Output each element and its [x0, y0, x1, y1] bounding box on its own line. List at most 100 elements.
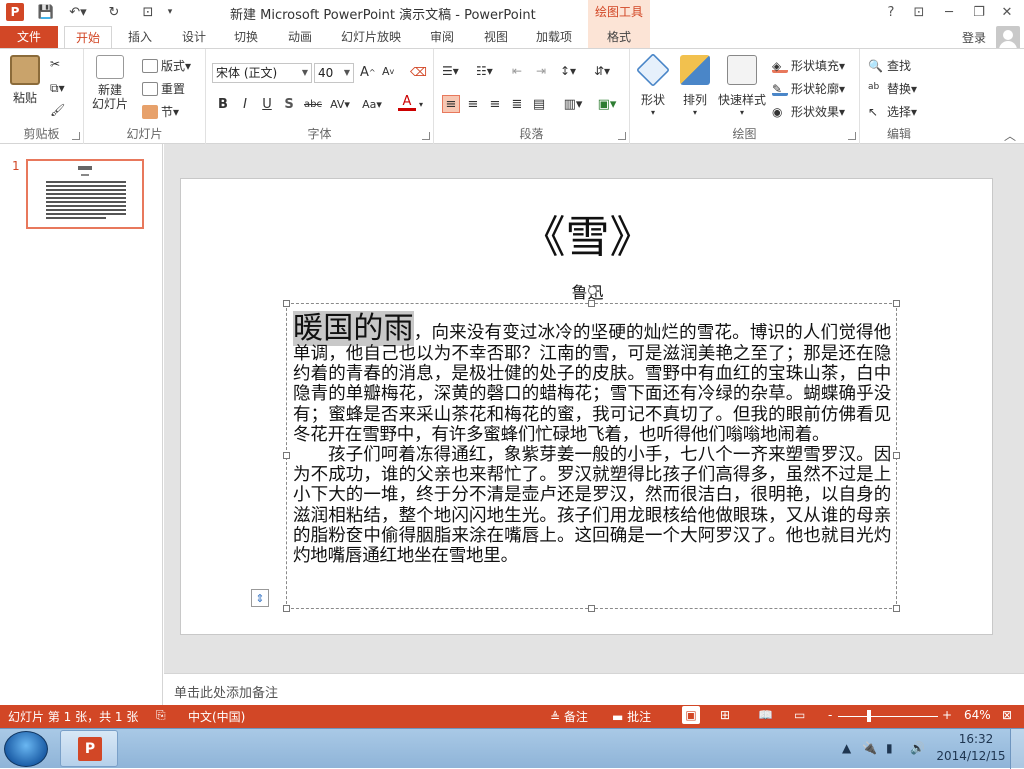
restore-icon[interactable]: ❐: [968, 2, 990, 22]
zoom-slider-thumb[interactable]: [867, 710, 871, 722]
tab-insert[interactable]: 插入: [118, 26, 162, 48]
distributed-icon[interactable]: ▤: [530, 95, 548, 113]
power-icon[interactable]: 🔌: [862, 741, 877, 755]
minimize-icon[interactable]: ─: [938, 2, 960, 22]
zoom-slider[interactable]: [838, 710, 938, 722]
align-left-icon[interactable]: ≡: [442, 95, 460, 113]
resize-handle[interactable]: [283, 452, 290, 459]
tab-file[interactable]: 文件: [0, 26, 58, 48]
bullets-icon[interactable]: ☰▾: [442, 64, 459, 78]
resize-handle[interactable]: [588, 605, 595, 612]
shapes-button[interactable]: 形状 ▾: [636, 53, 670, 117]
dialog-launcher-icon[interactable]: [422, 132, 430, 140]
reading-view-icon[interactable]: 📖: [758, 708, 773, 722]
change-case-icon[interactable]: Aa▾: [358, 95, 386, 113]
reset-button[interactable]: 重置: [142, 80, 185, 97]
redo-icon[interactable]: ↻: [104, 3, 124, 21]
body-textbox[interactable]: 暖国的雨，向来没有变过冰冷的坚硬的灿烂的雪花。博识的人们觉得他单调，他自己也以为…: [283, 286, 900, 612]
body-text[interactable]: 暖国的雨，向来没有变过冰冷的坚硬的灿烂的雪花。博识的人们觉得他单调，他自己也以为…: [293, 311, 891, 566]
new-slide-button[interactable]: 新建 幻灯片: [92, 55, 128, 111]
tab-slideshow[interactable]: 幻灯片放映: [334, 26, 408, 48]
replace-button[interactable]: ab 替换 ▾: [868, 80, 917, 97]
arrange-button[interactable]: 排列 ▾: [680, 55, 710, 117]
zoom-out-button[interactable]: -: [828, 708, 832, 722]
user-avatar-icon[interactable]: [996, 26, 1020, 50]
notes-pane[interactable]: 单击此处添加备注: [164, 673, 1024, 705]
zoom-level[interactable]: 64%: [964, 708, 991, 722]
tab-transitions[interactable]: 切换: [224, 26, 268, 48]
numbering-icon[interactable]: ☷▾: [476, 64, 493, 78]
paste-button[interactable]: 粘贴: [10, 55, 40, 106]
save-icon[interactable]: 💾: [36, 3, 56, 21]
resize-handle[interactable]: [893, 452, 900, 459]
shape-effects-button[interactable]: ◉ 形状效果 ▾: [772, 103, 845, 120]
italic-icon[interactable]: I: [236, 95, 254, 113]
resize-handle[interactable]: [283, 605, 290, 612]
taskbar-powerpoint[interactable]: P: [60, 730, 118, 767]
clock-time[interactable]: 16:32: [950, 732, 1002, 746]
collapse-ribbon-icon[interactable]: ︿: [1004, 127, 1016, 144]
tab-view[interactable]: 视图: [474, 26, 518, 48]
slide-canvas[interactable]: 《雪》 鲁迅 暖国的雨，向来没有变过冰冷的坚硬的灿烂的雪花。博识的人们觉得他单调…: [180, 178, 993, 635]
language-indicator[interactable]: 中文(中国): [188, 708, 245, 725]
sign-in-link[interactable]: 登录: [962, 29, 986, 46]
selected-text[interactable]: 暖国的雨: [293, 311, 414, 346]
increase-font-icon[interactable]: A ^: [360, 65, 376, 80]
font-color-dropdown-icon[interactable]: ▾: [416, 95, 426, 113]
underline-icon[interactable]: U: [258, 95, 276, 113]
cut-icon[interactable]: ✂: [50, 57, 60, 71]
rotate-handle[interactable]: [588, 286, 597, 295]
start-button-icon[interactable]: [4, 731, 48, 767]
character-spacing-icon[interactable]: AV▾: [326, 95, 354, 113]
comments-toggle[interactable]: ▬ 批注: [612, 708, 651, 725]
smartart-icon[interactable]: ▣▾: [594, 95, 620, 113]
shape-outline-button[interactable]: ✎ 形状轮廓 ▾: [772, 80, 845, 97]
close-icon[interactable]: ✕: [996, 2, 1018, 22]
copy-icon[interactable]: ⧉▾: [50, 81, 65, 96]
align-right-icon[interactable]: ≡: [486, 95, 504, 113]
strikethrough-icon[interactable]: abc: [302, 95, 324, 113]
clock-date[interactable]: 2014/12/15: [936, 749, 1006, 763]
shadow-icon[interactable]: S: [280, 95, 298, 113]
format-painter-icon[interactable]: 🖌: [50, 103, 65, 117]
bold-icon[interactable]: B: [214, 95, 232, 113]
network-icon[interactable]: ▮: [886, 741, 893, 755]
quick-styles-button[interactable]: 快速样式 ▾: [718, 55, 766, 117]
tab-home[interactable]: 开始: [64, 26, 112, 48]
section-button[interactable]: 节 ▾: [142, 103, 179, 120]
dialog-launcher-icon[interactable]: [848, 132, 856, 140]
tab-animations[interactable]: 动画: [278, 26, 322, 48]
resize-handle[interactable]: [588, 300, 595, 307]
spell-check-icon[interactable]: ⎘: [156, 708, 166, 723]
slide-sorter-icon[interactable]: ⊞: [720, 708, 730, 722]
decrease-font-icon[interactable]: Av: [382, 65, 394, 78]
resize-handle[interactable]: [893, 300, 900, 307]
increase-indent-icon[interactable]: ⇥: [536, 64, 546, 78]
decrease-indent-icon[interactable]: ⇤: [512, 64, 522, 78]
normal-view-icon[interactable]: ▣: [682, 706, 700, 724]
autofit-options-icon[interactable]: ⇕: [251, 589, 269, 607]
slide-thumbnail[interactable]: [26, 159, 144, 229]
find-button[interactable]: 🔍 查找: [868, 57, 911, 74]
columns-icon[interactable]: ▥▾: [560, 95, 586, 113]
slideshow-icon[interactable]: ▭: [794, 708, 805, 722]
select-button[interactable]: ↖ 选择 ▾: [868, 103, 917, 120]
zoom-in-button[interactable]: +: [942, 708, 952, 722]
resize-handle[interactable]: [283, 300, 290, 307]
dialog-launcher-icon[interactable]: [72, 132, 80, 140]
show-hidden-icons-icon[interactable]: ▲: [842, 741, 851, 755]
shape-fill-button[interactable]: ◈ 形状填充 ▾: [772, 57, 845, 74]
ribbon-display-options-icon[interactable]: ⊡: [908, 2, 930, 22]
text-direction-icon[interactable]: ⇵▾: [594, 64, 610, 78]
clear-formatting-icon[interactable]: ⌫: [410, 65, 427, 79]
help-button[interactable]: ?: [880, 2, 902, 22]
tab-review[interactable]: 审阅: [420, 26, 464, 48]
font-name-select[interactable]: 宋体 (正文) ▼: [212, 63, 312, 83]
align-center-icon[interactable]: ≡: [464, 95, 482, 113]
line-spacing-icon[interactable]: ↕▾: [560, 64, 576, 78]
font-size-select[interactable]: 40 ▼: [314, 63, 354, 83]
powerpoint-logo-icon[interactable]: P: [6, 3, 24, 21]
undo-icon[interactable]: ↶▾: [64, 3, 92, 21]
start-from-beginning-icon[interactable]: ⊡: [136, 3, 160, 21]
tab-addins[interactable]: 加载项: [528, 26, 580, 48]
